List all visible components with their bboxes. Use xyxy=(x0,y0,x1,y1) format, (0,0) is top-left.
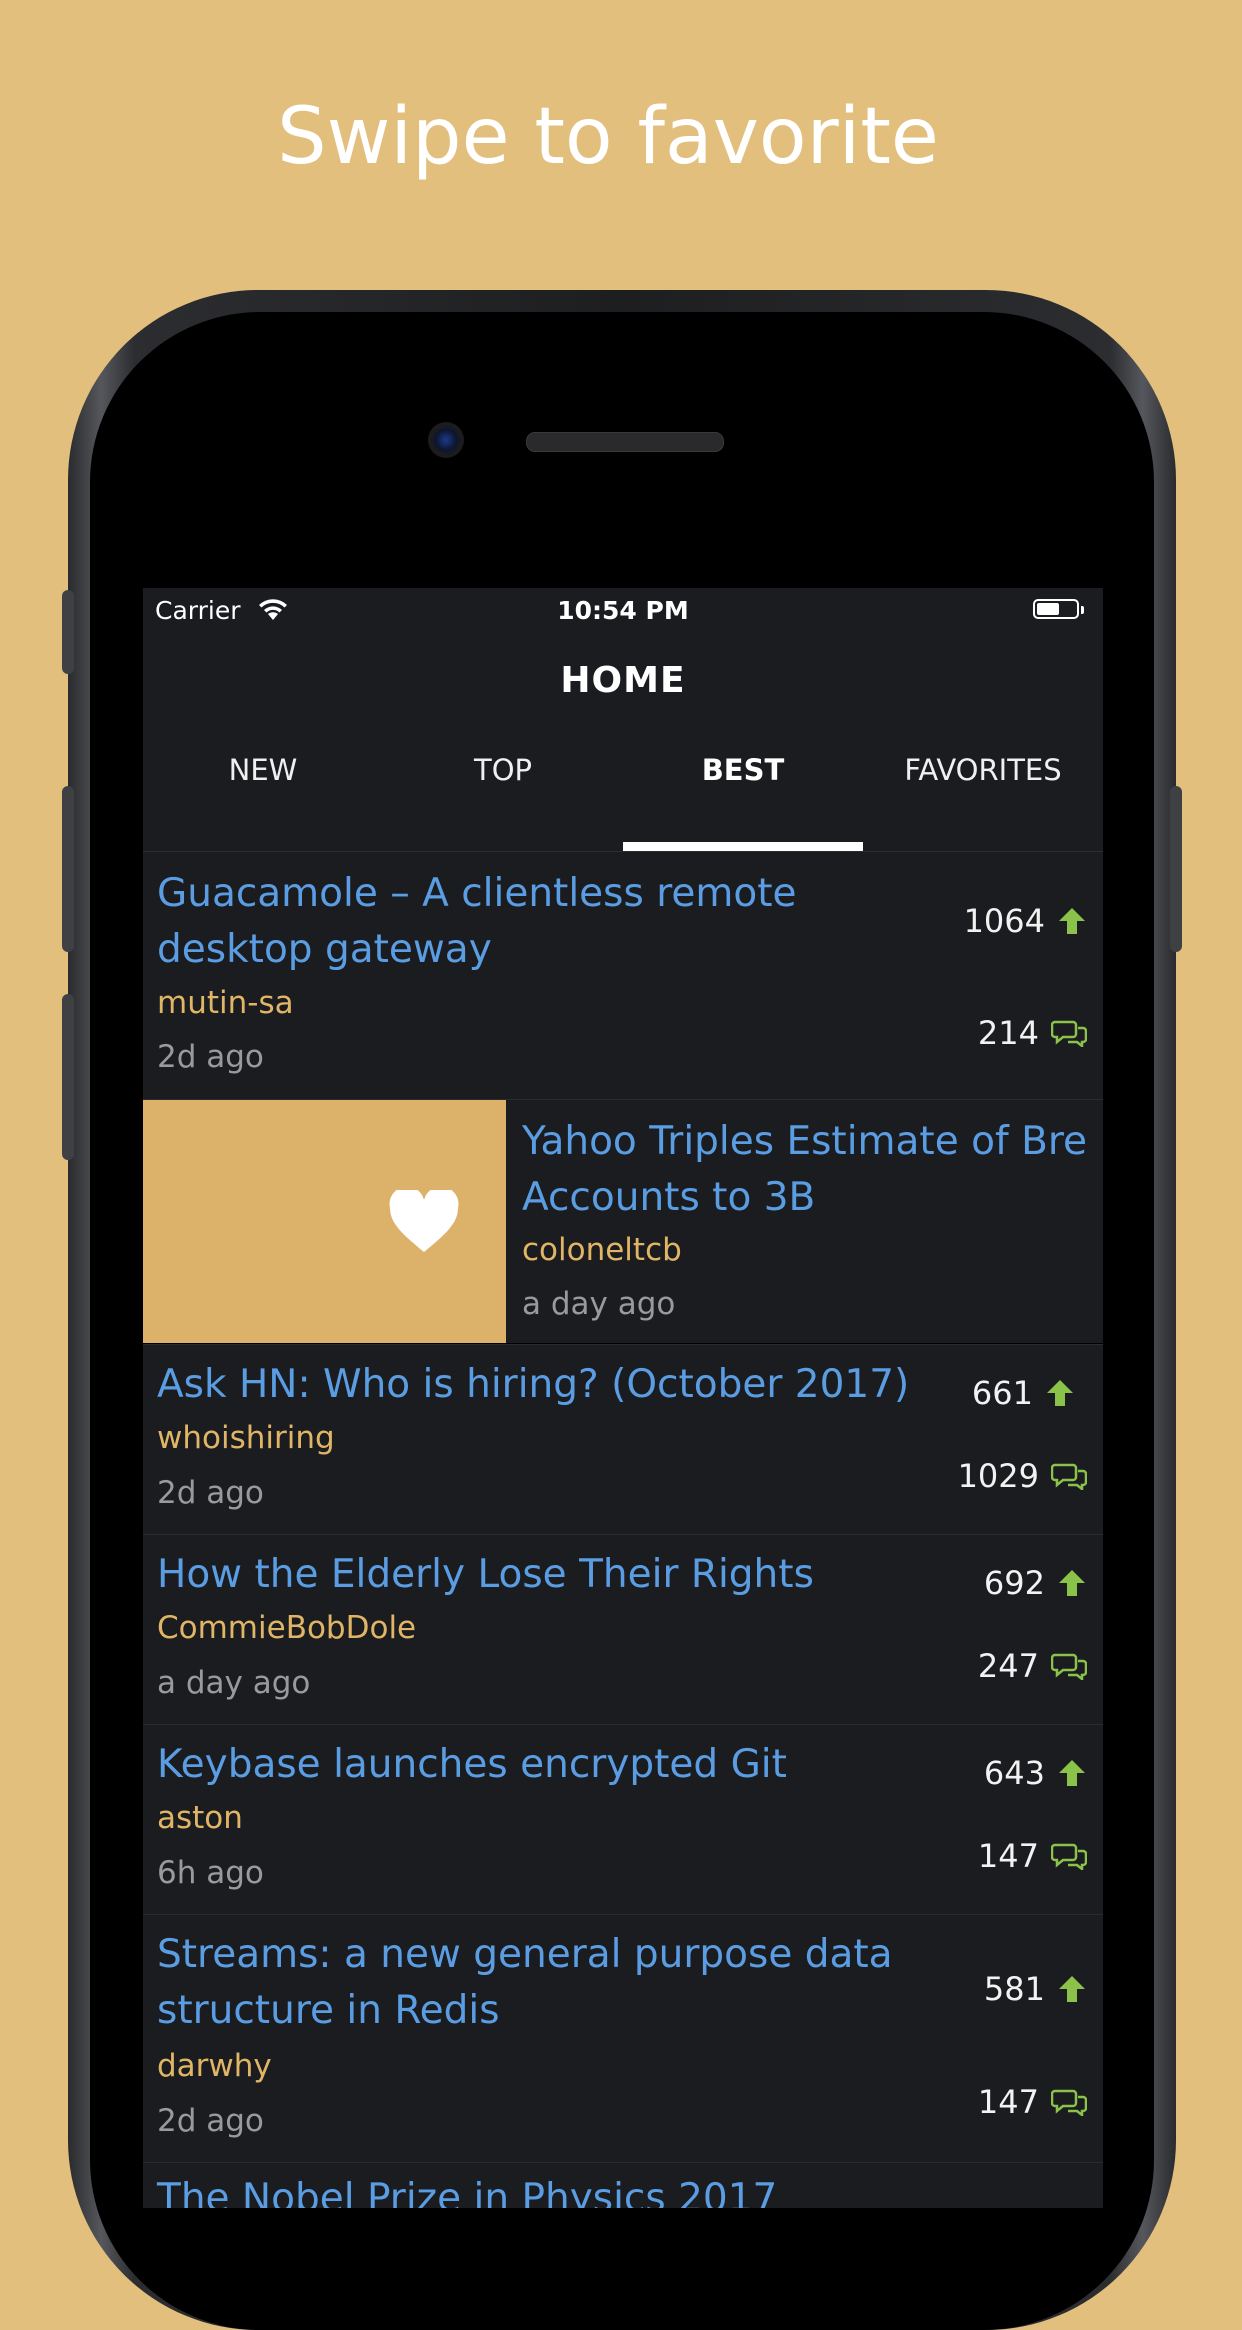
comments-count[interactable]: 147 xyxy=(978,2083,1087,2121)
comments-icon xyxy=(1051,1020,1087,1047)
story-title[interactable]: Ask HN: Who is hiring? (October 2017) xyxy=(157,1357,909,1413)
story-author[interactable]: CommieBobDole xyxy=(157,1610,416,1646)
comments-icon xyxy=(1051,2089,1087,2116)
volume-down-button xyxy=(62,994,74,1160)
tab-top[interactable]: TOP xyxy=(383,738,623,802)
upvote-arrow-icon xyxy=(1059,908,1085,934)
tab-favorites[interactable]: FAVORITES xyxy=(863,738,1103,802)
page-title: HOME xyxy=(560,660,686,701)
story-title[interactable]: Keybase launches encrypted Git xyxy=(157,1737,787,1793)
points-count: 581 xyxy=(984,1970,1087,2008)
story-age: a day ago xyxy=(522,1286,676,1322)
story-title[interactable]: Guacamole – A clientless remote desktop g… xyxy=(157,866,797,978)
comments-icon xyxy=(1051,1653,1087,1680)
story-title[interactable]: The Nobel Prize in Physics 2017 xyxy=(157,2171,777,2208)
upvote-arrow-icon xyxy=(1059,1570,1085,1596)
comments-count[interactable]: 214 xyxy=(978,1014,1087,1052)
heart-icon xyxy=(389,1190,459,1252)
story-row[interactable]: Streams: a new general purpose data struc… xyxy=(143,1915,1103,2163)
story-age: 2d ago xyxy=(157,2103,264,2139)
points-count: 692 xyxy=(984,1564,1087,1602)
front-camera xyxy=(428,422,464,458)
status-bar: Carrier 10:54 PM xyxy=(143,588,1103,632)
mute-switch xyxy=(62,590,74,674)
active-tab-indicator xyxy=(623,842,863,851)
comments-count[interactable]: 247 xyxy=(978,1647,1087,1685)
promo-headline: Swipe to favorite xyxy=(277,92,939,182)
comments-icon xyxy=(1051,1463,1087,1490)
favorite-swipe-action[interactable] xyxy=(143,1100,506,1343)
battery-icon xyxy=(1033,599,1084,619)
story-title[interactable]: Yahoo Triples Estimate of Bre Accounts to… xyxy=(522,1114,1087,1226)
story-age: 2d ago xyxy=(157,1475,264,1511)
points-count: 661 xyxy=(972,1374,1075,1412)
story-row[interactable]: Guacamole – A clientless remote desktop g… xyxy=(143,852,1103,1100)
app-screen: Carrier 10:54 PM HOME NEW TOP BEST FAVOR… xyxy=(143,588,1103,2208)
tab-new[interactable]: NEW xyxy=(143,738,383,802)
story-author[interactable]: aston xyxy=(157,1800,243,1836)
story-age: 6h ago xyxy=(157,1855,264,1891)
upvote-arrow-icon xyxy=(1059,1760,1085,1786)
upvote-arrow-icon xyxy=(1047,1380,1073,1406)
comments-icon xyxy=(1051,1843,1087,1870)
story-author[interactable]: coloneltcb xyxy=(522,1232,682,1268)
comments-count[interactable]: 1029 xyxy=(958,1457,1087,1495)
swiped-story-content[interactable]: Yahoo Triples Estimate of Bre Accounts to… xyxy=(506,1100,1103,1343)
story-author[interactable]: darwhy xyxy=(157,2048,272,2084)
status-time: 10:54 PM xyxy=(557,596,689,625)
story-author[interactable]: whoishiring xyxy=(157,1420,335,1456)
story-row[interactable]: How the Elderly Lose Their Rights Commie… xyxy=(143,1535,1103,1725)
story-row[interactable]: The Nobel Prize in Physics 2017 xyxy=(143,2163,1103,2208)
story-row-swiped[interactable]: Yahoo Triples Estimate of Bre Accounts to… xyxy=(143,1100,1103,1345)
volume-up-button xyxy=(62,786,74,952)
points-count: 1064 xyxy=(964,902,1087,940)
earpiece-speaker xyxy=(526,432,724,452)
story-row[interactable]: Ask HN: Who is hiring? (October 2017) wh… xyxy=(143,1345,1103,1535)
upvote-arrow-icon xyxy=(1059,1976,1085,2002)
comments-count[interactable]: 147 xyxy=(978,1837,1087,1875)
story-age: a day ago xyxy=(157,1665,311,1701)
story-title[interactable]: Streams: a new general purpose data struc… xyxy=(157,1927,893,2039)
power-button xyxy=(1170,786,1182,952)
story-author[interactable]: mutin-sa xyxy=(157,985,294,1021)
tab-best[interactable]: BEST xyxy=(623,738,863,802)
story-age: 2d ago xyxy=(157,1039,264,1075)
points-count: 643 xyxy=(984,1754,1087,1792)
story-title[interactable]: How the Elderly Lose Their Rights xyxy=(157,1547,814,1603)
tab-bar: NEW TOP BEST FAVORITES xyxy=(143,738,1103,848)
story-row[interactable]: Keybase launches encrypted Git aston 6h … xyxy=(143,1725,1103,1915)
